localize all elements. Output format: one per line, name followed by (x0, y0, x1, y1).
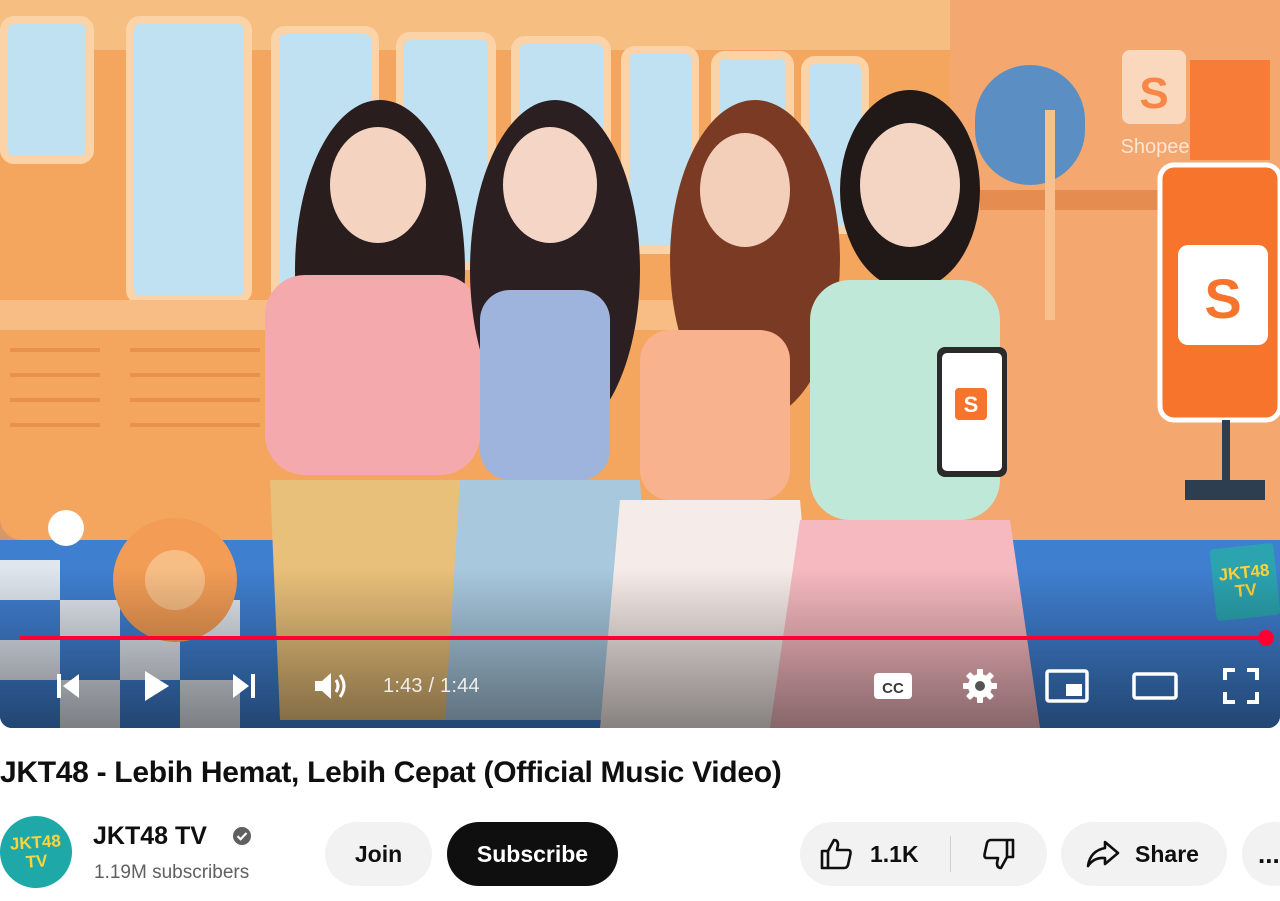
play-icon (145, 671, 169, 701)
thumbs-up-icon (820, 838, 852, 870)
more-actions-button[interactable]: ... (1242, 822, 1280, 886)
subscribe-button[interactable]: Subscribe (447, 822, 618, 886)
share-label: Share (1135, 840, 1199, 867)
channel-avatar[interactable]: JKT48 TV (0, 813, 75, 891)
closed-captions-icon: CC (874, 673, 912, 699)
current-time: 1:43 (383, 674, 423, 697)
fullscreen-icon (1223, 668, 1259, 704)
mute-button[interactable] (306, 660, 354, 712)
skip-previous-icon (57, 674, 79, 698)
svg-text:S: S (1204, 267, 1241, 330)
skip-next-icon (233, 674, 255, 698)
fullscreen-button[interactable] (1216, 660, 1266, 712)
volume-icon (315, 673, 346, 699)
scrubber-handle[interactable] (1257, 630, 1274, 646)
share-arrow-icon (1086, 840, 1120, 868)
video-title: JKT48 - Lebih Hemat, Lebih Cepat (Offici… (0, 756, 782, 789)
verified-check-icon (233, 827, 251, 845)
like-count: 1.1K (870, 840, 919, 867)
time-separator: / (422, 674, 441, 697)
dislike-button[interactable] (951, 822, 1047, 886)
join-button[interactable]: Join (325, 822, 432, 886)
like-dislike-group: 1.1K (800, 822, 1047, 886)
share-button[interactable]: Share (1061, 822, 1227, 886)
previous-button[interactable] (46, 660, 90, 712)
video-player[interactable]: S S Shopee S JKT48 TV (0, 0, 1280, 728)
captions-button[interactable]: CC (868, 660, 918, 712)
theater-mode-icon (1132, 672, 1178, 700)
svg-text:S: S (964, 392, 979, 417)
avatar-line-2: TV (25, 851, 49, 872)
svg-text:Shopee: Shopee (1121, 136, 1190, 158)
progress-played (20, 636, 1266, 640)
play-button[interactable] (132, 660, 180, 712)
svg-text:CC: CC (882, 680, 904, 697)
settings-button[interactable] (955, 660, 1005, 712)
owner-row: JKT48 TV JKT48 TV 1.19M subscribers Join… (0, 813, 1280, 891)
theater-mode-button[interactable] (1128, 660, 1182, 712)
next-button[interactable] (222, 660, 266, 712)
miniplayer-button[interactable] (1040, 660, 1094, 712)
player-controls: 1:43 / 1:44 CC (0, 660, 1280, 712)
miniplayer-icon (1045, 669, 1089, 703)
subscriber-count: 1.19M subscribers (94, 862, 250, 883)
thumbs-down-icon (983, 838, 1015, 870)
svg-text:S: S (1139, 69, 1168, 118)
time-display: 1:43 / 1:44 (383, 660, 480, 712)
gear-icon (963, 669, 997, 703)
channel-name[interactable]: JKT48 TV (93, 822, 207, 851)
avatar-line-1: JKT48 (9, 831, 62, 854)
like-button[interactable]: 1.1K (800, 822, 950, 886)
progress-bar[interactable] (20, 630, 1274, 646)
duration: 1:44 (440, 674, 480, 697)
